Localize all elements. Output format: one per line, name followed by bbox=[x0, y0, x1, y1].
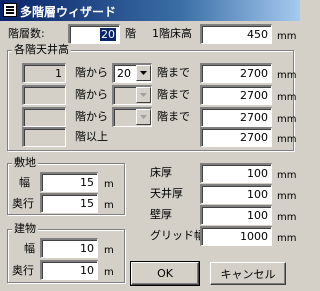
ceiling-thickness-label: 天井厚 bbox=[150, 187, 183, 200]
ceiling-row1-from-label: 階から bbox=[75, 66, 108, 79]
grid-width-input[interactable]: 1000 bbox=[200, 226, 272, 246]
site-group-title: 敷地 bbox=[12, 156, 38, 170]
building-depth-label: 奥行 bbox=[12, 264, 34, 277]
ceiling-row2-from bbox=[22, 85, 66, 105]
ceiling-row2-from-label: 階から bbox=[75, 88, 108, 101]
ceiling-row3-dropdown-button bbox=[136, 109, 151, 125]
building-depth-input[interactable]: 10 bbox=[40, 260, 98, 280]
building-width-label: 幅 bbox=[24, 242, 35, 255]
grid-width-unit: mm bbox=[277, 233, 297, 244]
grid-width-label: グリッド幅 bbox=[150, 229, 205, 242]
chevron-down-icon bbox=[140, 115, 147, 119]
window-title: 多階層ウィザード bbox=[20, 5, 117, 19]
first-floor-height-input[interactable]: 450 bbox=[200, 24, 272, 44]
ceiling-row3-from bbox=[22, 107, 66, 127]
ceiling-row1-to-value: 20 bbox=[117, 67, 131, 80]
ceiling-row1-to-label: 階まで bbox=[157, 66, 190, 79]
ceiling-row2-height[interactable]: 2700 bbox=[200, 85, 272, 105]
floor-thickness-label: 床厚 bbox=[150, 166, 172, 179]
ok-button[interactable]: OK bbox=[130, 261, 200, 286]
ceiling-row2-dropdown-button bbox=[136, 87, 151, 103]
ceiling-row1-from: 1 bbox=[22, 63, 66, 83]
ceiling-row3-unit: mm bbox=[277, 114, 297, 125]
building-depth-unit: m bbox=[104, 267, 114, 278]
chevron-down-icon bbox=[140, 93, 147, 97]
floors-value: 20 bbox=[100, 28, 116, 41]
wall-thickness-unit: mm bbox=[277, 212, 297, 223]
floors-unit: 階 bbox=[125, 27, 136, 40]
ceiling-thickness-unit: mm bbox=[277, 191, 297, 202]
floors-input[interactable]: 20 bbox=[68, 24, 120, 44]
ceiling-row3-from-label: 階から bbox=[75, 110, 108, 123]
ceiling-group-title: 各階天井高 bbox=[12, 43, 71, 57]
app-icon bbox=[3, 3, 17, 17]
wall-thickness-input[interactable]: 100 bbox=[200, 205, 272, 225]
floor-thickness-input[interactable]: 100 bbox=[200, 163, 272, 183]
first-floor-height-unit: mm bbox=[277, 31, 297, 42]
ceiling-row3-to-label: 階まで bbox=[157, 110, 190, 123]
site-width-input[interactable]: 15 bbox=[40, 172, 98, 192]
floor-thickness-unit: mm bbox=[277, 170, 297, 181]
ceiling-thickness-input[interactable]: 100 bbox=[200, 184, 272, 204]
cancel-button[interactable]: キャンセル bbox=[210, 262, 286, 285]
ceiling-row1-dropdown-button[interactable] bbox=[136, 65, 151, 81]
ceiling-row4-unit: mm bbox=[277, 134, 297, 145]
site-depth-label: 奥行 bbox=[12, 197, 34, 210]
ceiling-row4-height[interactable]: 2700 bbox=[200, 127, 272, 147]
ceiling-row1-unit: mm bbox=[277, 70, 297, 81]
ceiling-row4-from bbox=[22, 127, 66, 147]
first-floor-height-label: 1階床高 bbox=[152, 27, 192, 40]
building-width-unit: m bbox=[104, 245, 114, 256]
site-depth-input[interactable]: 15 bbox=[40, 193, 98, 213]
site-depth-unit: m bbox=[104, 200, 114, 211]
floors-label: 階層数: bbox=[8, 27, 45, 40]
wall-thickness-label: 壁厚 bbox=[150, 208, 172, 221]
site-width-label: 幅 bbox=[19, 176, 30, 189]
building-group-title: 建物 bbox=[12, 222, 38, 236]
chevron-down-icon bbox=[140, 71, 147, 75]
ceiling-row3-height[interactable]: 2700 bbox=[200, 107, 272, 127]
site-width-unit: m bbox=[104, 179, 114, 190]
building-width-input[interactable]: 10 bbox=[40, 238, 98, 258]
ceiling-row4-from-label: 階以上 bbox=[75, 130, 108, 143]
ceiling-row1-height[interactable]: 2700 bbox=[200, 63, 272, 83]
ceiling-row2-to-label: 階まで bbox=[157, 88, 190, 101]
ceiling-row2-unit: mm bbox=[277, 92, 297, 103]
